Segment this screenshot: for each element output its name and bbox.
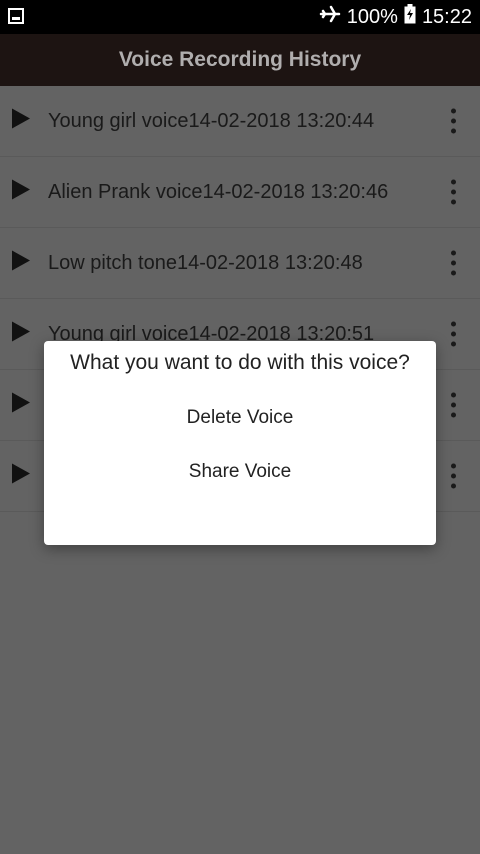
delete-voice-option[interactable]: Delete Voice bbox=[44, 407, 436, 429]
overflow-menu-icon[interactable] bbox=[451, 392, 456, 418]
list-item[interactable]: Low pitch tone14-02-2018 13:20:48 bbox=[0, 228, 480, 299]
list-item[interactable]: Young girl voice14-02-2018 13:20:44 bbox=[0, 86, 480, 157]
play-icon[interactable] bbox=[12, 250, 30, 276]
overflow-menu-icon[interactable] bbox=[451, 179, 456, 205]
play-icon[interactable] bbox=[12, 108, 30, 134]
status-bar: 100% 15:22 bbox=[0, 0, 480, 34]
overflow-menu-icon[interactable] bbox=[451, 250, 456, 276]
play-icon[interactable] bbox=[12, 392, 30, 418]
overflow-menu-icon[interactable] bbox=[451, 108, 456, 134]
list-item[interactable]: Alien Prank voice14-02-2018 13:20:46 bbox=[0, 157, 480, 228]
play-icon[interactable] bbox=[12, 179, 30, 205]
play-icon[interactable] bbox=[12, 463, 30, 489]
voice-options-dialog: What you want to do with this voice? Del… bbox=[44, 341, 436, 545]
overflow-menu-icon[interactable] bbox=[451, 463, 456, 489]
recording-title: Low pitch tone14-02-2018 13:20:48 bbox=[48, 251, 363, 274]
battery-icon bbox=[404, 4, 416, 30]
clock: 15:22 bbox=[421, 5, 472, 28]
overflow-menu-icon[interactable] bbox=[451, 321, 456, 347]
recording-title: Young girl voice14-02-2018 13:20:44 bbox=[48, 109, 375, 132]
play-icon[interactable] bbox=[12, 321, 30, 347]
recording-title: Alien Prank voice14-02-2018 13:20:46 bbox=[48, 180, 389, 203]
gallery-icon bbox=[8, 8, 24, 29]
dialog-title: What you want to do with this voice? bbox=[70, 351, 410, 374]
page-title: Voice Recording History bbox=[118, 48, 362, 71]
app-bar: Voice Recording History bbox=[0, 34, 480, 86]
share-voice-option[interactable]: Share Voice bbox=[44, 461, 436, 483]
airplane-icon bbox=[319, 5, 341, 29]
battery-percent: 100% bbox=[346, 5, 398, 28]
